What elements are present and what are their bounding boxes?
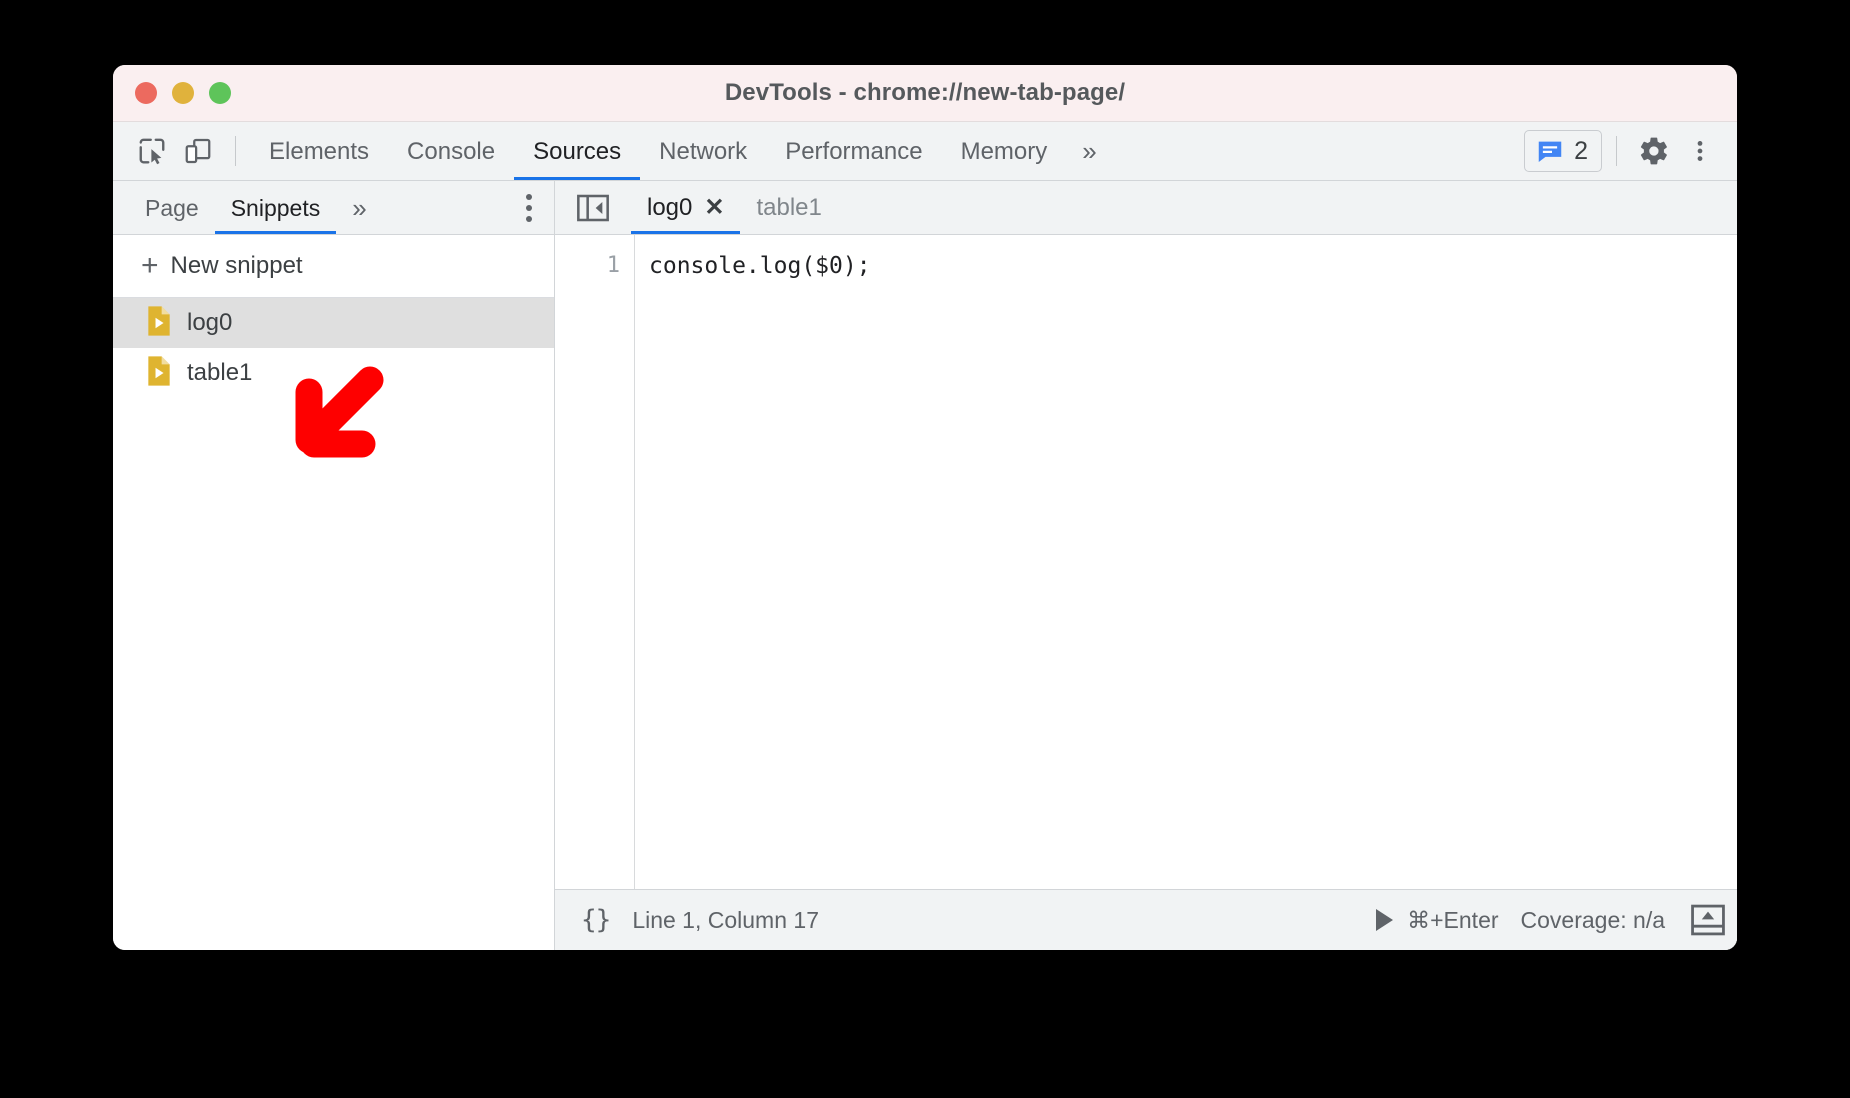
plus-icon: +: [141, 249, 159, 282]
snippet-item-log0[interactable]: log0: [113, 298, 554, 348]
devtools-main-toolbar: Elements Console Sources Network Perform…: [113, 122, 1737, 181]
sidebar-more-tabs-chevron-icon[interactable]: »: [336, 195, 382, 221]
editor-tabbar: log0 ✕ table1: [555, 181, 1737, 235]
play-icon: [1376, 909, 1394, 931]
tab-sources[interactable]: Sources: [514, 123, 640, 180]
more-tabs-chevron-icon[interactable]: »: [1066, 138, 1112, 164]
coverage-status: Coverage: n/a: [1520, 906, 1665, 933]
collapse-sidebar-icon[interactable]: [573, 191, 613, 225]
dots-vertical-icon[interactable]: [1677, 130, 1723, 172]
window-title: DevTools - chrome://new-tab-page/: [724, 79, 1126, 106]
tab-network[interactable]: Network: [640, 123, 766, 180]
editor-tab-table1[interactable]: table1: [740, 182, 837, 234]
message-bubble-icon: [1538, 141, 1562, 162]
navigator-tabbar: Page Snippets »: [113, 181, 554, 235]
sidebar-tab-snippets[interactable]: Snippets: [215, 182, 337, 234]
sidebar-tab-page[interactable]: Page: [129, 182, 215, 234]
code-line: console.log($0);: [649, 253, 871, 279]
code-editor[interactable]: 1 console.log($0);: [555, 235, 1737, 889]
tab-elements[interactable]: Elements: [250, 123, 388, 180]
show-drawer-icon[interactable]: [1691, 904, 1725, 936]
editor-tab-log0[interactable]: log0 ✕: [631, 182, 740, 234]
editor-tab-label: table1: [756, 193, 822, 221]
close-icon[interactable]: ✕: [704, 195, 724, 220]
cursor-position: Line 1, Column 17: [632, 906, 819, 933]
line-number: 1: [606, 253, 620, 278]
message-count: 2: [1574, 136, 1588, 165]
gear-icon[interactable]: [1631, 130, 1677, 172]
code-content[interactable]: console.log($0);: [635, 235, 1737, 889]
new-snippet-label: New snippet: [170, 252, 303, 279]
snippet-file-icon: [145, 305, 173, 342]
console-message-badge[interactable]: 2: [1524, 130, 1602, 172]
line-number-gutter: 1: [555, 235, 635, 889]
toolbar-divider-2: [1616, 136, 1617, 166]
run-snippet-button[interactable]: ⌘+Enter: [1376, 906, 1499, 934]
tab-console[interactable]: Console: [388, 123, 514, 180]
pretty-print-icon[interactable]: {}: [581, 905, 611, 935]
editor-pane: log0 ✕ table1 1 console.log($0); {} Line…: [555, 181, 1737, 950]
editor-status-bar: {} Line 1, Column 17 ⌘+Enter Coverage: n…: [555, 889, 1737, 950]
toolbar-divider: [235, 136, 236, 166]
tab-performance[interactable]: Performance: [766, 123, 941, 180]
snippet-name: table1: [187, 359, 253, 386]
inspect-element-icon[interactable]: [129, 130, 175, 172]
snippet-file-icon: [145, 355, 173, 392]
devtools-body: Page Snippets » + New snippet log0 table…: [113, 181, 1737, 950]
snippet-name: log0: [187, 309, 233, 336]
snippet-item-table1[interactable]: table1: [113, 348, 554, 398]
new-snippet-button[interactable]: + New snippet: [113, 235, 554, 298]
navigator-sidebar: Page Snippets » + New snippet log0 table…: [113, 181, 555, 950]
device-toolbar-icon[interactable]: [175, 130, 221, 172]
editor-tab-label: log0: [647, 193, 693, 221]
devtools-window: DevTools - chrome://new-tab-page/ Elemen…: [113, 65, 1737, 950]
tab-memory[interactable]: Memory: [942, 123, 1067, 180]
navigator-more-options-icon[interactable]: [526, 193, 532, 222]
title-bar: DevTools - chrome://new-tab-page/: [113, 65, 1737, 122]
run-shortcut-label: ⌘+Enter: [1407, 906, 1499, 933]
